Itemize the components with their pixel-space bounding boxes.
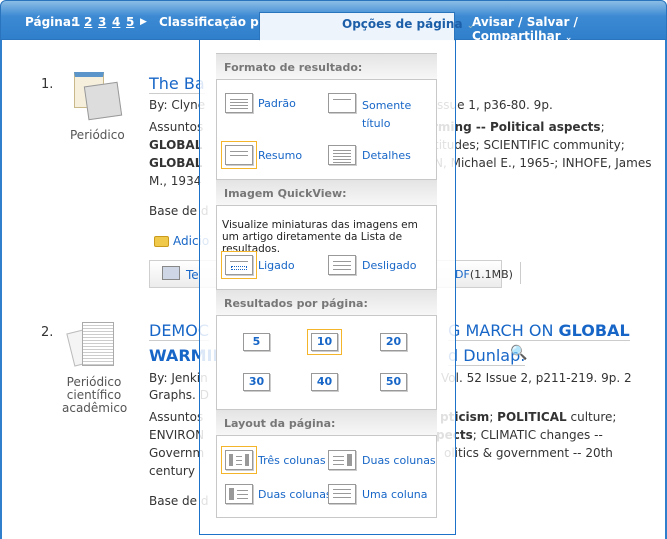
per-page-40[interactable]: 40 (311, 373, 338, 391)
result-title-fragment[interactable]: G MARCH ON (448, 321, 559, 340)
quickview-magnifier-icon[interactable]: 🔍 (510, 345, 527, 361)
subject-fragment: ; (489, 410, 498, 424)
format-brief-option[interactable]: Resumo (258, 149, 302, 162)
format-standard-option[interactable]: Padrão (258, 97, 296, 110)
result-subjects-label: Assuntos (149, 410, 204, 424)
format-brief-icon[interactable] (221, 141, 257, 169)
subject-fragment: culture; (566, 410, 617, 424)
section-heading-layout: Layout da página: (216, 409, 437, 436)
quickview-off-icon[interactable] (328, 255, 356, 275)
result-type: Periódico científico acadêmico (62, 375, 128, 415)
layout-one-column-option[interactable]: Uma coluna (362, 488, 428, 501)
layout-two-columns-right-icon[interactable] (328, 450, 356, 470)
layout-two-columns-left-option[interactable]: Duas colunas (258, 488, 332, 501)
subject-fragment: ENVIRON (149, 428, 205, 442)
format-detailed-option[interactable]: Detalhes (362, 149, 411, 162)
per-page-20[interactable]: 20 (380, 333, 407, 351)
page-5[interactable]: 5 (126, 15, 134, 29)
section-heading-quickview: Imagem QuickView: (216, 179, 437, 206)
subject-fragment: Governm (149, 446, 205, 460)
per-page-50[interactable]: 50 (380, 373, 407, 391)
section-heading-format: Formato de resultado: (216, 53, 437, 80)
layout-three-columns-option[interactable]: Três colunas (258, 454, 326, 467)
format-title-only-icon[interactable] (328, 93, 356, 113)
result-number: 2. (41, 325, 54, 340)
pdf-link[interactable]: DF (455, 268, 470, 281)
subject-fragment: GLOBAL (149, 156, 203, 170)
page-options-tab[interactable]: Opções de página ⌄ (259, 12, 474, 41)
subject-fragment: century (149, 464, 195, 478)
format-detailed-icon[interactable] (328, 145, 356, 165)
result-authors: By: Clyne (149, 98, 206, 112)
layout-one-column-icon[interactable] (328, 484, 356, 504)
academic-journal-icon (66, 322, 116, 372)
per-page-10[interactable]: 10 (307, 329, 342, 355)
page-4[interactable]: 4 (112, 15, 120, 29)
page-3[interactable]: 3 (98, 15, 106, 29)
result-title-link[interactable]: The Ba (149, 74, 205, 94)
fulltext-link[interactable]: Te (186, 268, 199, 282)
periodical-icon (74, 70, 123, 121)
subject-fragment: M., 1934 (149, 174, 202, 188)
quickview-on-icon[interactable] (221, 251, 257, 279)
subject-fragment: olitics & government -- 20th (444, 446, 613, 460)
result-title-fragment[interactable]: GLOBAL (559, 321, 630, 340)
page-options-label: Opções de página (342, 17, 463, 31)
pdf-size: (1.1MB) (469, 268, 513, 281)
subject-fragment: Political aspects (489, 120, 601, 134)
quickview-on-option[interactable]: Ligado (258, 259, 295, 272)
result-type: Periódico (70, 128, 125, 142)
subject-fragment: GLOBAL (149, 138, 203, 152)
layout-two-columns-left-icon[interactable] (225, 484, 253, 504)
page-1[interactable]: 1 (72, 15, 80, 29)
format-standard-icon[interactable] (225, 93, 253, 113)
subject-fragment: ; CLIMATIC changes -- (472, 428, 603, 442)
next-page-icon[interactable]: ▶ (140, 17, 147, 27)
section-heading-per-page: Resultados por página: (216, 289, 437, 316)
per-page-5[interactable]: 5 (243, 333, 270, 351)
layout-two-columns-right-option[interactable]: Duas colunas (362, 454, 436, 467)
subject-fragment: POLITICAL (497, 410, 567, 424)
folder-icon (154, 236, 169, 247)
result-number: 1. (41, 77, 54, 92)
subject-fragment: ; (600, 120, 605, 134)
page-2[interactable]: 2 (84, 15, 92, 29)
subject-fragment: titudes; SCIENTIFIC community; (434, 138, 625, 152)
layout-three-columns-icon[interactable] (221, 446, 257, 474)
result-source: Vol. 52 Issue 2, p211-219. 9p. 2 (441, 371, 632, 385)
quickview-description: Visualize miniaturas das imagens em um a… (222, 219, 418, 255)
per-page-30[interactable]: 30 (243, 373, 270, 391)
quickview-off-option[interactable]: Desligado (362, 259, 417, 272)
format-title-only-option[interactable]: Somente título (362, 97, 422, 133)
alert-label: Avisar / Salvar / Compartilhar (472, 15, 578, 43)
subject-fragment: N, Michael E., 1965-; INHOFE, James (434, 156, 652, 170)
fulltext-icon (162, 266, 180, 280)
chevron-down-icon: ⌄ (466, 21, 475, 31)
result-subjects-label: Assuntos (149, 120, 204, 134)
alert-save-share-button[interactable]: Avisar / Salvar / Compartilhar ⌄ (472, 15, 666, 43)
toolbar-divider (520, 262, 521, 284)
page-label: Página: (25, 15, 76, 29)
